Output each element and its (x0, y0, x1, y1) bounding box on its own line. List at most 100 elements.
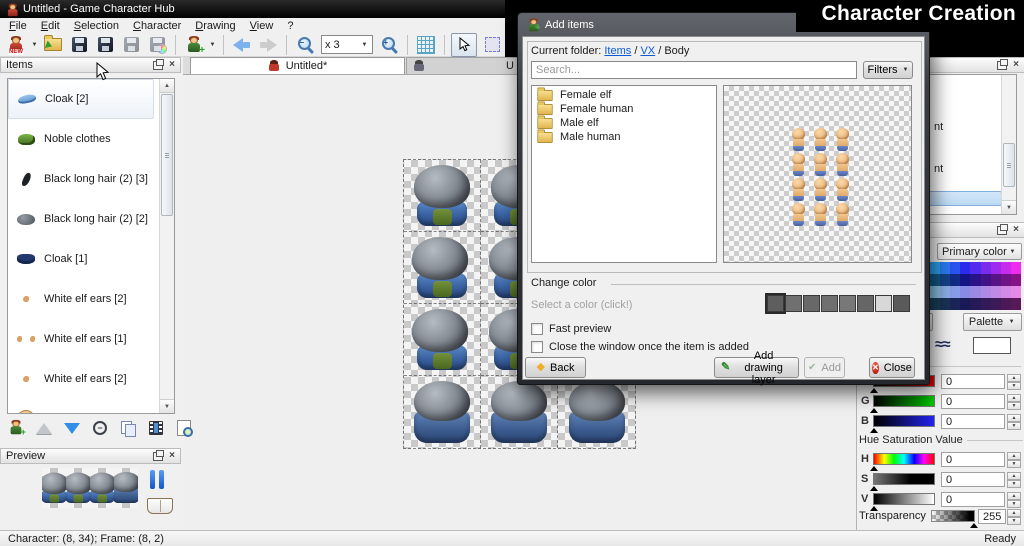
save-button[interactable] (67, 34, 91, 56)
item-row[interactable]: White elf ears [1] (8, 319, 158, 359)
sheet-cell[interactable] (404, 376, 481, 448)
item-row[interactable] (8, 399, 158, 414)
slider-value[interactable]: 0 (941, 472, 1005, 487)
palette-color[interactable] (960, 262, 970, 274)
slider-marker[interactable] (870, 466, 878, 471)
folder-row[interactable]: Female elf (532, 88, 716, 102)
slider-value[interactable]: 0 (941, 374, 1005, 389)
palette-color[interactable] (940, 262, 950, 274)
palette-color[interactable] (930, 286, 940, 298)
checkbox[interactable] (531, 323, 543, 335)
add-item-button[interactable]: + (6, 418, 26, 438)
color-swatch[interactable] (821, 295, 838, 312)
palette-color[interactable] (950, 286, 960, 298)
menu-item[interactable]: File (2, 19, 34, 33)
palette-color[interactable] (940, 298, 950, 310)
sheet-cell[interactable] (558, 376, 635, 448)
scroll-down-icon[interactable]: ▼ (160, 399, 174, 413)
add-character-button[interactable]: + (182, 34, 206, 56)
palette-color[interactable] (950, 298, 960, 310)
slider-bar[interactable] (873, 493, 935, 505)
menu-item[interactable]: ? (280, 19, 300, 33)
redo-button[interactable] (256, 34, 280, 56)
folder-row[interactable]: Female human (532, 102, 716, 116)
slider-value[interactable]: 0 (941, 492, 1005, 507)
layer-item-text[interactable]: nt (934, 121, 943, 133)
menu-item[interactable]: Drawing (188, 19, 242, 33)
gradient-wave-icon[interactable]: ≈≈ (935, 336, 949, 353)
slider-marker[interactable] (870, 388, 878, 393)
palette-color[interactable] (970, 274, 980, 286)
slider-value[interactable]: 0 (941, 452, 1005, 467)
move-item-up-button[interactable] (34, 418, 54, 438)
palette-color[interactable] (950, 262, 960, 274)
spinner[interactable]: ▲▼ (1007, 509, 1021, 525)
sheet-cell[interactable] (404, 232, 481, 304)
item-row[interactable]: White elf ears [2] (8, 359, 158, 399)
zoom-out-button[interactable]: − (293, 34, 317, 56)
float-panel-icon[interactable] (153, 61, 163, 70)
breadcrumb-link-vx[interactable]: VX (640, 45, 655, 57)
primary-color-select[interactable]: Primary color ▼ (937, 243, 1022, 260)
new-dropdown-caret[interactable]: ▼ (30, 42, 39, 48)
palette-color[interactable] (940, 274, 950, 286)
item-row[interactable]: Black long hair (2) [3] (8, 159, 158, 199)
search-input[interactable] (531, 61, 857, 79)
slider-bar[interactable] (873, 473, 935, 485)
color-swatch[interactable] (875, 295, 892, 312)
menu-item[interactable]: Edit (34, 19, 67, 33)
palette-color[interactable] (1011, 262, 1021, 274)
slider-marker[interactable] (970, 523, 978, 528)
checkbox-row[interactable]: Close the window once the item is added (531, 341, 749, 353)
save-as-button[interactable] (93, 34, 117, 56)
spinner[interactable]: ▲▼ (1007, 492, 1021, 508)
zoom-level-select[interactable]: x 3 ▼ (321, 35, 373, 54)
scrollbar-thumb[interactable] (161, 94, 173, 216)
save-all-button[interactable] (119, 34, 143, 56)
new-character-button[interactable]: NEW (4, 34, 28, 56)
palette-color[interactable] (1001, 298, 1011, 310)
palette-color[interactable] (981, 298, 991, 310)
spinner[interactable]: ▲▼ (1007, 414, 1021, 430)
folder-row[interactable]: Male elf (532, 116, 716, 130)
sheet-cell[interactable] (404, 304, 481, 376)
slider-marker[interactable] (870, 428, 878, 433)
zoom-in-button[interactable]: + (377, 34, 401, 56)
color-swatch[interactable] (839, 295, 856, 312)
palette-color[interactable] (991, 274, 1001, 286)
transparency-value[interactable]: 255 (978, 509, 1006, 524)
spinner[interactable]: ▲▼ (1007, 472, 1021, 488)
slider-value[interactable]: 0 (941, 394, 1005, 409)
spinner[interactable]: ▲▼ (1007, 394, 1021, 410)
palette-color[interactable] (981, 262, 991, 274)
layers-scrollbar[interactable]: ▼ (1001, 75, 1016, 214)
export-button[interactable] (145, 34, 169, 56)
slider-bar[interactable] (873, 453, 935, 465)
undo-button[interactable] (230, 34, 254, 56)
item-row[interactable]: Black long hair (2) [2] (8, 199, 158, 239)
scroll-up-icon[interactable]: ▲ (160, 79, 174, 93)
item-row[interactable]: Cloak [1] (8, 239, 158, 279)
slider-bar[interactable] (873, 395, 935, 407)
float-panel-icon[interactable] (997, 226, 1007, 235)
palette-color[interactable] (981, 274, 991, 286)
grid-toggle-button[interactable] (414, 34, 438, 56)
palette-color[interactable] (930, 298, 940, 310)
slider-marker[interactable] (870, 408, 878, 413)
palette-color[interactable] (930, 274, 940, 286)
palette-button[interactable]: Palette ▼ (963, 313, 1022, 331)
palette-color[interactable] (930, 262, 940, 274)
scrollbar-thumb[interactable] (1003, 143, 1015, 187)
color-swatch[interactable] (857, 295, 874, 312)
checkbox[interactable] (531, 341, 543, 353)
palette-color[interactable] (970, 298, 980, 310)
palette-color[interactable] (991, 286, 1001, 298)
palette-color[interactable] (970, 286, 980, 298)
duplicate-item-button[interactable] (118, 418, 138, 438)
sheet-cell[interactable] (481, 376, 558, 448)
spinner[interactable]: ▲▼ (1007, 452, 1021, 468)
item-row[interactable]: Noble clothes (8, 119, 158, 159)
folder-list[interactable]: Female elf Female human Male elf Male hu… (531, 85, 717, 263)
palette-color[interactable] (960, 274, 970, 286)
items-scrollbar[interactable]: ▲ ▼ (159, 79, 174, 413)
